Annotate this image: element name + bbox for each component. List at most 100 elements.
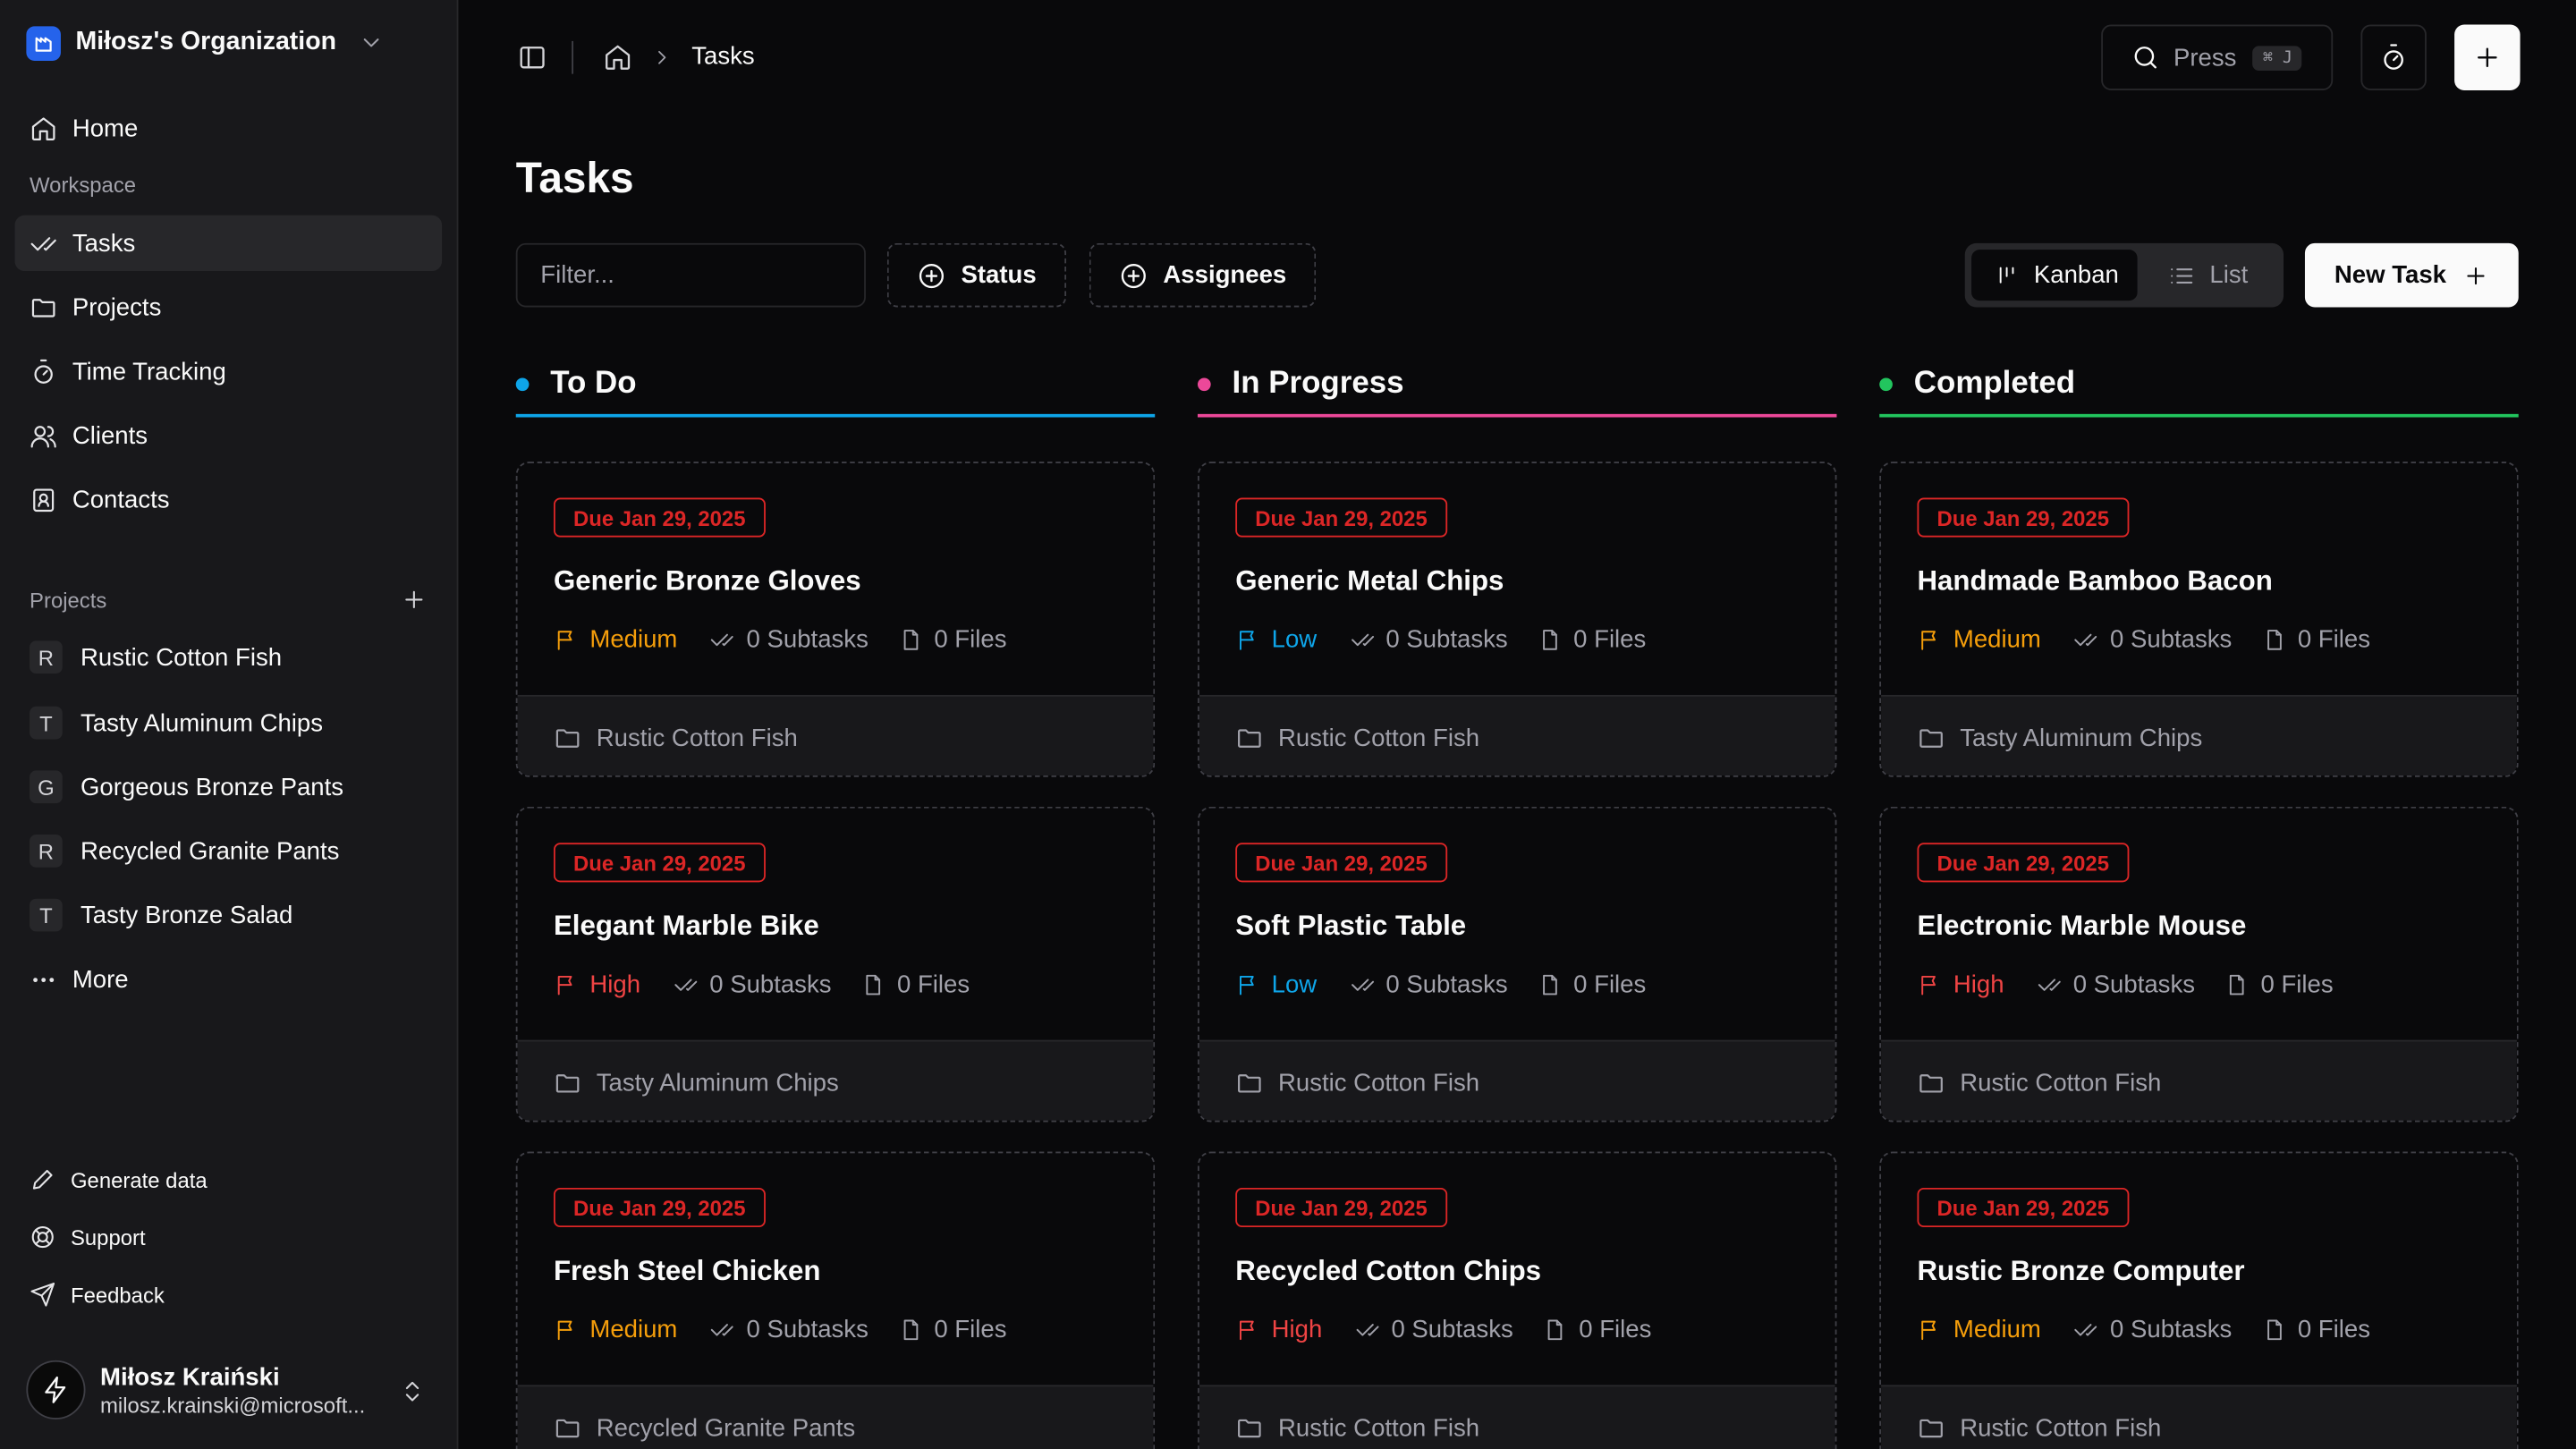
task-card[interactable]: Due Jan 29, 2025 Rustic Bronze Computer Me… (1879, 1151, 2519, 1449)
task-card[interactable]: Due Jan 29, 2025 Electronic Marble Mouse H… (1879, 806, 2519, 1123)
column-underline (1879, 413, 2519, 418)
folder-icon (31, 298, 55, 317)
column-status-dot (1879, 377, 1893, 391)
due-date-badge: Due Jan 29, 2025 (1235, 497, 1447, 538)
new-task-button[interactable]: New Task (2304, 242, 2519, 308)
search-button[interactable]: Press ⌘ J (2101, 24, 2334, 91)
task-card[interactable]: Due Jan 29, 2025 Soft Plastic Table Low 0 S… (1197, 806, 1837, 1123)
column-title: In Progress (1232, 365, 1404, 401)
task-title: Recycled Cotton Chips (1235, 1255, 1542, 1287)
task-project-footer[interactable]: Tasty Aluminum Chips (1881, 694, 2517, 775)
plus-icon (2467, 267, 2485, 284)
due-date-badge: Due Jan 29, 2025 (1917, 843, 2130, 883)
task-project-footer[interactable]: Rustic Cotton Fish (1199, 1039, 1835, 1121)
subtasks-label: 0 Subtasks (1391, 1316, 1513, 1344)
task-project-name: Recycled Granite Pants (596, 1413, 856, 1442)
folder-icon (1238, 1073, 1261, 1092)
sidebar-project-item[interactable]: R Rustic Cotton Fish (30, 638, 282, 677)
task-project-footer[interactable]: Tasty Aluminum Chips (517, 1039, 1154, 1121)
breadcrumb-home-icon[interactable] (603, 43, 632, 72)
flag-icon (1921, 1320, 1936, 1341)
breadcrumb-divider (572, 40, 574, 74)
nav-tasks[interactable]: Tasks (14, 215, 443, 272)
subtasks-label: 0 Subtasks (2072, 970, 2196, 999)
sidebar-more[interactable]: More (30, 960, 129, 999)
subtasks-count: 0 Subtasks (2037, 971, 2195, 999)
file-icon (2267, 630, 2282, 650)
sidebar-project-item[interactable]: T Tasty Bronze Salad (30, 895, 292, 935)
search-icon (2134, 47, 2157, 69)
task-card[interactable]: Due Jan 29, 2025 Generic Metal Chips Low 0 … (1197, 462, 1837, 777)
nav-time-tracking[interactable]: Time Tracking (15, 343, 443, 399)
task-project-footer[interactable]: Recycled Granite Pants (517, 1385, 1154, 1449)
nav-clients-label: Clients (72, 421, 148, 450)
nav-contacts[interactable]: Contacts (15, 471, 443, 527)
nav-home[interactable]: Home (15, 100, 443, 156)
user-menu[interactable]: Miłosz Kraiński milosz.krainski@microsof… (26, 1360, 365, 1419)
sidebar-project-item[interactable]: T Tasty Aluminum Chips (30, 703, 323, 742)
files-count: 0 Files (898, 625, 1007, 655)
check-check-icon (2074, 633, 2097, 647)
flag-icon (1239, 631, 1254, 650)
task-card[interactable]: Due Jan 29, 2025 Recycled Cotton Chips Hig… (1197, 1151, 1837, 1449)
chevrons-up-down-icon[interactable] (399, 1377, 425, 1406)
nav-clients[interactable]: Clients (15, 408, 443, 463)
file-icon (1542, 630, 1557, 650)
subtasks-count: 0 Subtasks (1355, 1316, 1513, 1343)
task-project-name: Tasty Aluminum Chips (596, 1068, 839, 1097)
files-count: 0 Files (1538, 971, 1646, 999)
filter-input[interactable] (515, 242, 866, 308)
org-switcher[interactable]: Miłosz's Organization (26, 23, 384, 63)
task-title: Rustic Bronze Computer (1917, 1255, 2245, 1287)
check-check-icon (711, 633, 734, 647)
task-card[interactable]: Due Jan 29, 2025 Generic Bronze Gloves Med… (515, 462, 1156, 777)
support-button[interactable]: Support (30, 1221, 146, 1254)
check-check-icon (2074, 1324, 2097, 1336)
task-project-footer[interactable]: Rustic Cotton Fish (517, 694, 1154, 775)
folder-icon (555, 1073, 580, 1092)
timer-icon (34, 358, 53, 383)
add-project-plus-icon[interactable] (401, 587, 427, 613)
flag-icon (557, 1320, 572, 1341)
task-title: Generic Bronze Gloves (553, 564, 861, 597)
task-title: Elegant Marble Bike (553, 910, 819, 942)
task-project-name: Rustic Cotton Fish (1277, 1068, 1480, 1097)
timer-button[interactable] (2360, 24, 2427, 91)
kanban-view-tab[interactable]: Kanban (1971, 250, 2138, 301)
feedback-button[interactable]: Feedback (30, 1278, 165, 1311)
sidebar-toggle-icon[interactable] (518, 43, 547, 72)
list-view-label: List (2209, 261, 2249, 290)
priority: High (1235, 1316, 1322, 1343)
nav-projects[interactable]: Projects (15, 279, 443, 335)
due-date-badge: Due Jan 29, 2025 (553, 497, 766, 538)
project-letter-avatar: T (30, 706, 63, 740)
check-check-icon (711, 1324, 734, 1336)
task-project-name: Rustic Cotton Fish (1960, 1413, 2162, 1442)
task-card[interactable]: Due Jan 29, 2025 Fresh Steel Chicken Mediu… (515, 1151, 1156, 1449)
sidebar-project-item[interactable]: G Gorgeous Bronze Pants (30, 767, 343, 807)
send-icon (30, 1283, 55, 1307)
priority-label: Medium (589, 625, 678, 655)
task-project-name: Rustic Cotton Fish (1960, 1068, 2162, 1097)
check-check-icon (1356, 1324, 1379, 1336)
task-project-footer[interactable]: Rustic Cotton Fish (1199, 694, 1835, 775)
due-date-badge: Due Jan 29, 2025 (1235, 1187, 1447, 1228)
folder-icon (1238, 1418, 1261, 1437)
task-card[interactable]: Due Jan 29, 2025 Handmade Bamboo Bacon Med… (1879, 462, 2519, 777)
task-card[interactable]: Due Jan 29, 2025 Elegant Marble Bike High 0… (515, 806, 1156, 1123)
assignees-filter-button[interactable]: Assignees (1089, 242, 1317, 308)
quick-add-button[interactable] (2454, 24, 2521, 91)
org-name: Miłosz's Organization (75, 28, 336, 56)
generate-data-button[interactable]: Generate data (30, 1163, 208, 1196)
task-project-footer[interactable]: Rustic Cotton Fish (1881, 1039, 2517, 1121)
check-check-icon (674, 979, 698, 991)
bolt-icon (45, 1376, 66, 1403)
subtasks-count: 0 Subtasks (710, 1316, 869, 1343)
folder-icon (1919, 1073, 1943, 1092)
list-view-tab[interactable]: List (2168, 250, 2248, 301)
status-filter-button[interactable]: Status (886, 242, 1066, 308)
task-project-footer[interactable]: Rustic Cotton Fish (1199, 1385, 1835, 1449)
task-project-footer[interactable]: Rustic Cotton Fish (1881, 1385, 2517, 1449)
files-label: 0 Files (934, 625, 1007, 655)
sidebar-project-item[interactable]: R Recycled Granite Pants (30, 831, 339, 870)
